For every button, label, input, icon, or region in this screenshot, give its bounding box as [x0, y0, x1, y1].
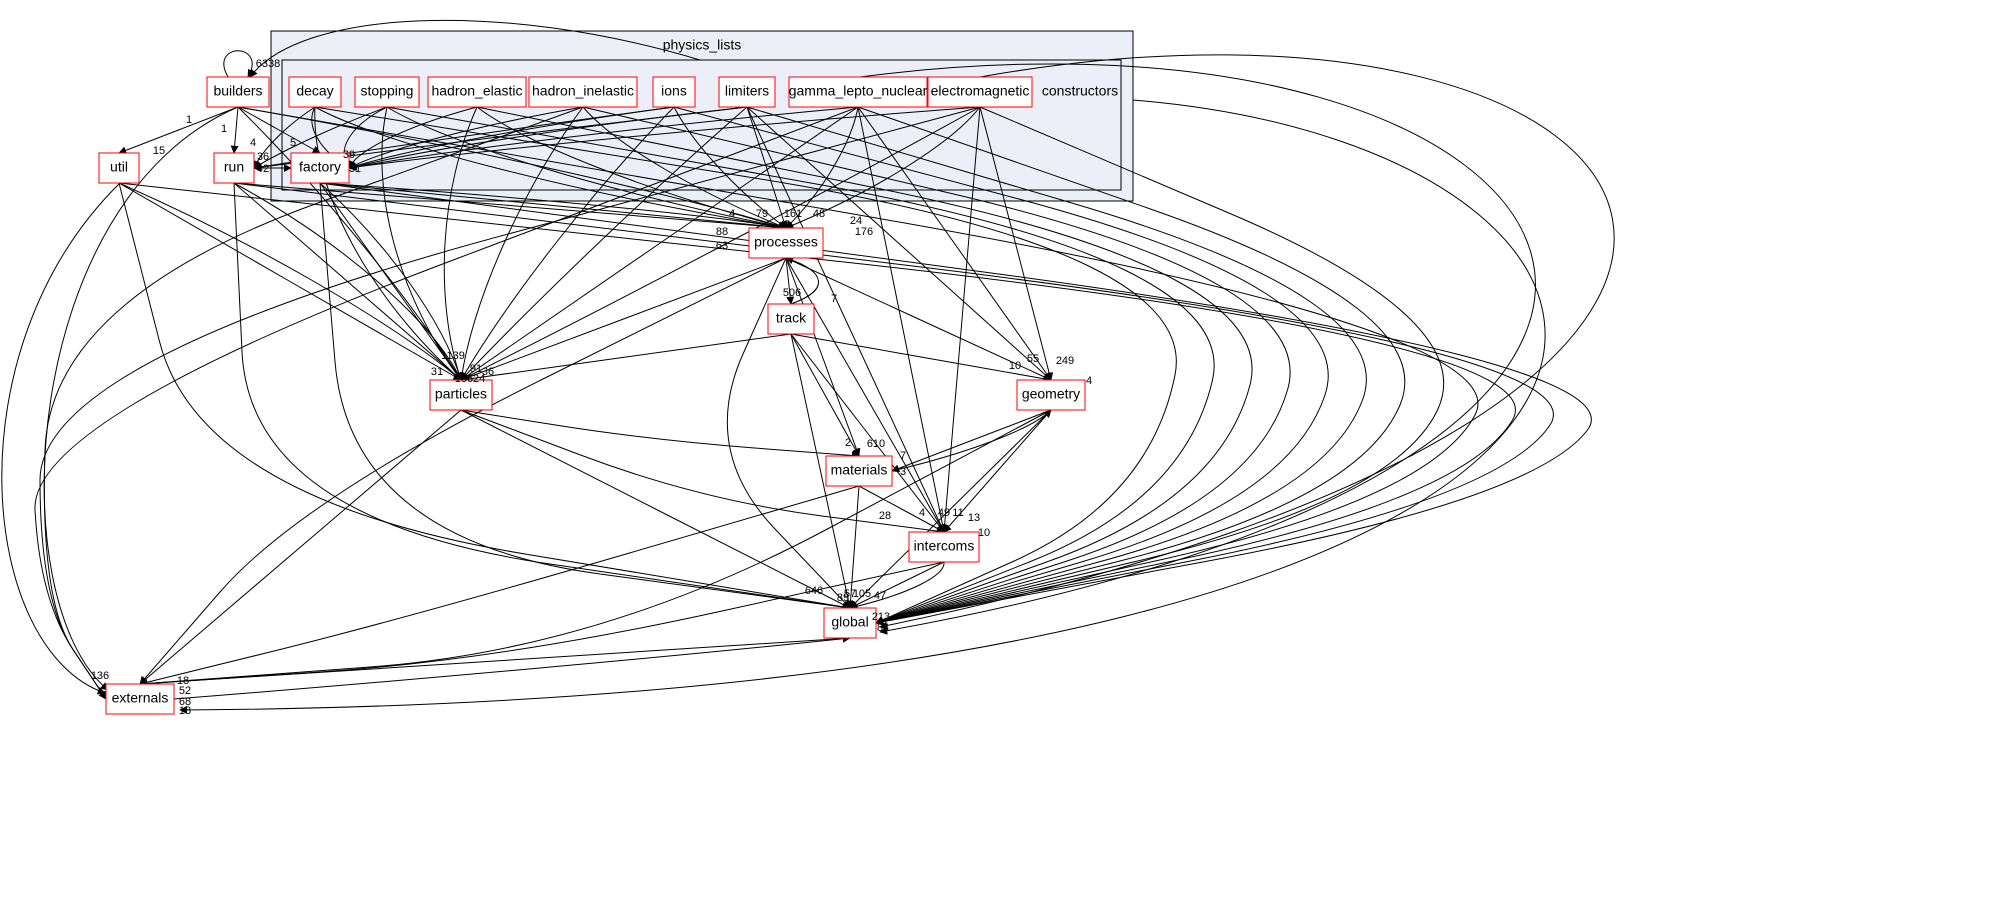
node-util[interactable]: util — [99, 153, 139, 183]
edge-weight-label: 5 — [290, 137, 296, 149]
node-track[interactable]: track — [768, 304, 814, 334]
node-geometry-label: geometry — [1022, 386, 1080, 402]
node-run-label: run — [224, 159, 244, 175]
node-electromagnetic-label: electromagnetic — [931, 83, 1030, 99]
node-geometry[interactable]: geometry — [1017, 380, 1085, 410]
node-stopping-label: stopping — [361, 83, 414, 99]
node-materials[interactable]: materials — [826, 456, 892, 486]
node-gamma_lepto_nuclear[interactable]: gamma_lepto_nuclear — [789, 77, 928, 107]
edge-weight-label: 18 — [179, 705, 191, 717]
node-electromagnetic[interactable]: electromagnetic — [928, 77, 1032, 107]
edge — [119, 183, 461, 380]
edge-weight-label: 88 — [716, 226, 728, 238]
edge-weight-label: 1 — [221, 123, 227, 135]
edge-weight-label: 47 — [874, 590, 886, 602]
node-particles-label: particles — [435, 386, 487, 402]
node-intercoms[interactable]: intercoms — [909, 532, 979, 562]
edge-weight-label: 63 — [716, 240, 728, 252]
node-externals-label: externals — [112, 690, 169, 706]
edge-weight-label: 18624 — [455, 373, 486, 385]
edge — [892, 410, 1051, 471]
edge-left-loop — [2, 183, 120, 693]
node-processes[interactable]: processes — [749, 228, 823, 258]
edge — [140, 638, 850, 684]
cluster-physics-lists-label: physics_lists — [663, 37, 742, 53]
edge-weight-label: 79 — [756, 208, 768, 220]
edge-self-builders — [224, 51, 252, 77]
node-factory[interactable]: factory — [291, 153, 349, 183]
edge-weight-label: 13 — [968, 512, 980, 524]
edge-weight-label: 7 — [900, 450, 906, 462]
node-global-label: global — [831, 614, 868, 630]
edge-weight-label: 136 — [91, 670, 109, 682]
node-processes-label: processes — [754, 234, 818, 250]
node-hadron_inelastic-label: hadron_inelastic — [532, 83, 634, 99]
edge-weight-label: 55 — [1027, 353, 1039, 365]
node-builders[interactable]: builders — [207, 77, 269, 107]
edge-weight-label: 4 — [1086, 375, 1092, 387]
edge-weight-label: 48 — [813, 208, 825, 220]
edge-weight-label: 39 — [343, 149, 355, 161]
node-run[interactable]: run — [214, 153, 254, 183]
edge-weight-label: 7 — [831, 293, 837, 305]
edge-weight-label: 4 — [250, 137, 256, 149]
edge-left-loop — [44, 107, 238, 690]
edge-weight-label: 610 — [867, 438, 885, 450]
node-ions-label: ions — [661, 83, 687, 99]
node-hadron_inelastic[interactable]: hadron_inelastic — [529, 77, 637, 107]
edge-weight-label: 84 — [877, 622, 889, 634]
edge-weight-label: 249 — [1056, 355, 1074, 367]
edge-weight-label: 10 — [1009, 360, 1021, 372]
node-gamma_lepto_nuclear-label: gamma_lepto_nuclear — [789, 83, 928, 99]
node-externals[interactable]: externals — [106, 684, 174, 714]
edge-weight-label: 2 — [845, 437, 851, 449]
node-intercoms-label: intercoms — [914, 538, 975, 554]
node-ions[interactable]: ions — [653, 77, 695, 107]
node-limiters-label: limiters — [725, 83, 769, 99]
node-decay[interactable]: decay — [289, 77, 341, 107]
node-stopping[interactable]: stopping — [355, 77, 419, 107]
edge-weight-label: 28 — [879, 510, 891, 522]
edge — [791, 334, 944, 532]
edge-weight-label: 506 — [783, 287, 801, 299]
edge-weight-label: 31 — [431, 366, 443, 378]
node-hadron_elastic[interactable]: hadron_elastic — [428, 77, 526, 107]
node-materials-label: materials — [831, 462, 888, 478]
edge — [234, 183, 461, 380]
edge-weight-label: 36 — [257, 151, 269, 163]
edge — [786, 258, 944, 532]
node-decay-label: decay — [296, 83, 333, 99]
edge-weight-label: 11 — [952, 507, 963, 519]
edge-weight-label: 10 — [978, 527, 990, 539]
edge-weight-label: 176 — [855, 226, 873, 238]
node-limiters[interactable]: limiters — [719, 77, 775, 107]
edge — [140, 486, 859, 684]
edge-weight-label: 15 — [153, 145, 165, 157]
node-factory-label: factory — [299, 159, 341, 175]
edge-weight-label: 3 — [900, 466, 906, 478]
edge-weight-label: 105 — [853, 588, 871, 600]
edge-weight-label: 42 — [257, 163, 269, 175]
edge-weight-label: 31 — [349, 163, 361, 175]
edge — [140, 410, 461, 684]
node-track-label: track — [776, 310, 807, 326]
edge-weight-label: 646 — [805, 585, 823, 597]
edge-weight-label: 161 — [784, 208, 802, 220]
edge — [174, 638, 850, 699]
edge-weight-label: 4 — [919, 507, 925, 519]
edge — [461, 258, 786, 380]
node-util-label: util — [110, 159, 128, 175]
edge-weight-label: 4 — [729, 208, 735, 220]
edge — [461, 410, 850, 608]
edge-weight-label: 1 — [186, 114, 192, 126]
edge — [791, 334, 1051, 380]
node-global[interactable]: global — [824, 608, 876, 638]
edge-weight-label: 1139 — [441, 350, 465, 362]
edge — [234, 107, 238, 153]
node-hadron_elastic-label: hadron_elastic — [431, 83, 522, 99]
edge-weight-label: 6338 — [256, 58, 280, 70]
node-builders-label: builders — [213, 83, 262, 99]
cluster-constructors-label: constructors — [1042, 83, 1118, 99]
edge-weight-label: 49 — [938, 507, 950, 519]
